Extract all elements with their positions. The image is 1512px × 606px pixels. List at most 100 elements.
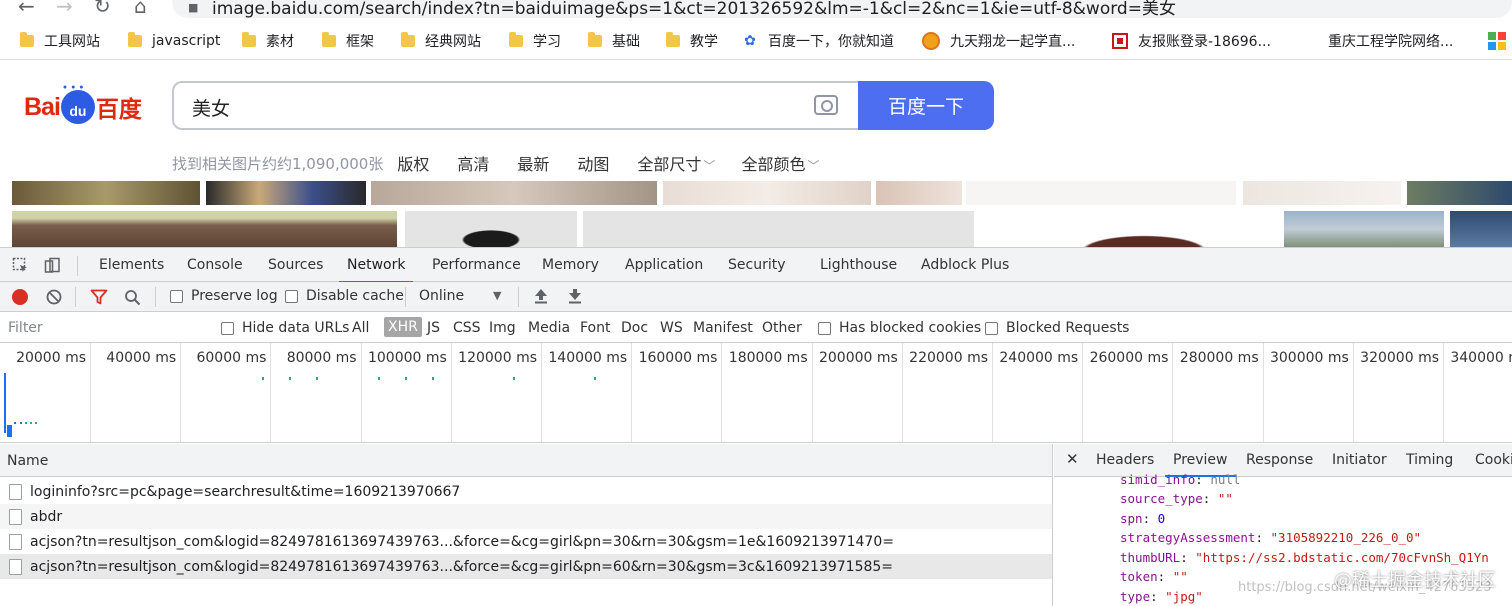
json-property[interactable]: strategyAssessment: "3105892210_226_0_0" — [1120, 530, 1421, 545]
image-thumbnail[interactable] — [206, 181, 366, 205]
column-header-name[interactable]: Name — [7, 453, 48, 469]
preserve-log-checkbox[interactable]: Preserve log — [170, 288, 278, 304]
tab-preview[interactable]: Preview — [1165, 452, 1235, 477]
type-filter-all[interactable]: All — [352, 320, 369, 336]
image-thumbnail[interactable] — [1407, 181, 1512, 205]
blocked-requests-checkbox[interactable]: Blocked Requests — [985, 320, 1129, 336]
image-thumbnail[interactable] — [583, 211, 974, 247]
network-timeline-overview[interactable]: 20000 ms 40000 ms 60000 ms 80000 ms 100000 m… — [0, 343, 1512, 443]
request-row[interactable]: acjson?tn=resultjson_com&logid=824978161… — [0, 529, 1052, 554]
json-property[interactable]: token: "" — [1120, 569, 1188, 584]
request-row[interactable]: abdr — [0, 504, 1052, 529]
bookmark-folder[interactable]: 框架 — [322, 30, 374, 52]
image-thumbnail[interactable] — [966, 181, 1236, 205]
disable-cache-checkbox[interactable]: Disable cache — [285, 288, 404, 304]
bookmark-link[interactable]: 重庆工程学院网络... — [1328, 30, 1453, 52]
bookmark-folder[interactable]: 工具网站 — [20, 30, 100, 52]
home-icon[interactable]: ⌂ — [134, 0, 147, 18]
type-filter-manifest[interactable]: Manifest — [693, 320, 753, 336]
image-thumbnail[interactable] — [1450, 211, 1512, 247]
url-text[interactable]: image.baidu.com/search/index?tn=baiduima… — [212, 0, 1176, 19]
search-icon[interactable] — [124, 289, 141, 306]
lock-icon[interactable]: ■ — [188, 1, 198, 14]
baidu-logo[interactable]: Bai du 百度 — [24, 84, 142, 127]
filter-latest[interactable]: 最新 — [517, 151, 549, 175]
request-row-selected[interactable]: acjson?tn=resultjson_com&logid=824978161… — [0, 554, 1052, 579]
camera-icon[interactable] — [814, 95, 838, 115]
tab-elements[interactable]: Elements — [99, 257, 164, 273]
filter-copyright[interactable]: 版权 — [397, 151, 429, 175]
type-filter-xhr[interactable]: XHR — [384, 317, 422, 337]
image-thumbnail[interactable] — [1243, 181, 1401, 205]
bookmark-link[interactable]: ✿ 百度一下，你就知道 — [742, 30, 894, 52]
image-thumbnail[interactable] — [663, 181, 871, 205]
tab-security[interactable]: Security — [728, 257, 786, 273]
tab-lighthouse[interactable]: Lighthouse — [820, 257, 897, 273]
request-list-header[interactable]: Name — [0, 444, 1052, 477]
reload-icon[interactable]: ↻ — [94, 0, 111, 18]
bookmark-link[interactable]: 九天翔龙一起学直... — [922, 30, 1075, 52]
tab-cookies[interactable]: Cooki — [1475, 452, 1512, 468]
bookmark-folder[interactable]: javascript — [128, 30, 220, 52]
image-thumbnail[interactable] — [1284, 211, 1444, 247]
bookmark-folder[interactable]: 素材 — [242, 30, 294, 52]
filter-color[interactable]: 全部颜色 ﹀ — [741, 151, 819, 175]
forward-arrow-icon[interactable]: → — [56, 0, 73, 18]
bookmark-folder[interactable]: 基础 — [588, 30, 640, 52]
image-thumbnail[interactable] — [12, 181, 200, 205]
image-thumbnail[interactable] — [876, 181, 962, 205]
tab-memory[interactable]: Memory — [542, 257, 599, 273]
search-input[interactable]: 美女 — [172, 81, 860, 130]
search-button[interactable]: 百度一下 — [858, 81, 994, 130]
type-filter-other[interactable]: Other — [762, 320, 802, 336]
record-icon[interactable] — [12, 289, 28, 305]
close-icon[interactable]: ✕ — [1066, 450, 1079, 468]
search-query[interactable]: 美女 — [192, 94, 230, 121]
tab-console[interactable]: Console — [187, 257, 243, 273]
back-arrow-icon[interactable]: ← — [18, 0, 35, 18]
apps-grid-icon[interactable] — [1488, 30, 1506, 52]
type-filter-font[interactable]: Font — [580, 320, 610, 336]
json-property[interactable]: type: "jpg" — [1120, 589, 1203, 604]
bookmark-folder[interactable]: 学习 — [509, 30, 561, 52]
type-filter-doc[interactable]: Doc — [621, 320, 648, 336]
filter-animated[interactable]: 动图 — [577, 151, 609, 175]
filter-hd[interactable]: 高清 — [457, 151, 489, 175]
bookmark-folder[interactable]: 经典网站 — [401, 30, 481, 52]
json-property[interactable]: spn: 0 — [1120, 511, 1165, 526]
type-filter-css[interactable]: CSS — [453, 320, 481, 336]
filter-input[interactable]: Filter — [2, 317, 204, 339]
tab-performance[interactable]: Performance — [432, 257, 521, 273]
type-filter-ws[interactable]: WS — [660, 320, 683, 336]
type-filter-img[interactable]: Img — [489, 320, 516, 336]
tab-timing[interactable]: Timing — [1406, 452, 1453, 468]
tab-headers[interactable]: Headers — [1096, 452, 1154, 468]
dropdown-arrow-icon[interactable]: ▼ — [493, 289, 501, 302]
tab-sources[interactable]: Sources — [268, 257, 323, 273]
type-filter-media[interactable]: Media — [528, 320, 570, 336]
tab-network[interactable]: Network — [338, 257, 415, 283]
image-thumbnail[interactable] — [405, 211, 577, 247]
tab-initiator[interactable]: Initiator — [1332, 452, 1387, 468]
tab-application[interactable]: Application — [625, 257, 703, 273]
clear-icon[interactable] — [46, 289, 62, 305]
export-har-icon[interactable] — [568, 288, 582, 304]
filter-funnel-icon[interactable] — [90, 289, 108, 305]
type-filter-js[interactable]: JS — [427, 320, 440, 336]
inspect-element-icon[interactable] — [12, 257, 29, 274]
import-har-icon[interactable] — [534, 288, 548, 304]
image-thumbnail[interactable] — [371, 181, 657, 205]
tab-adblock-plus[interactable]: Adblock Plus — [921, 257, 1009, 273]
blocked-cookies-checkbox[interactable]: Has blocked cookies — [818, 320, 981, 336]
hide-data-urls-checkbox[interactable]: Hide data URLs — [221, 320, 349, 336]
image-thumbnail[interactable] — [12, 211, 397, 247]
json-property[interactable]: simid_info: null — [1120, 472, 1240, 487]
tab-response[interactable]: Response — [1246, 452, 1313, 468]
request-row[interactable]: logininfo?src=pc&page=searchresult&time=… — [0, 479, 1052, 504]
json-property[interactable]: source_type: "" — [1120, 491, 1233, 506]
json-property[interactable]: thumbURL: "https://ss2.bdstatic.com/70cF… — [1120, 550, 1489, 565]
bookmark-link[interactable]: 友报账登录-18696... — [1112, 30, 1271, 52]
throttling-select[interactable]: Online — [419, 288, 464, 304]
device-toolbar-icon[interactable] — [44, 257, 61, 274]
image-thumbnail[interactable] — [980, 211, 1278, 247]
